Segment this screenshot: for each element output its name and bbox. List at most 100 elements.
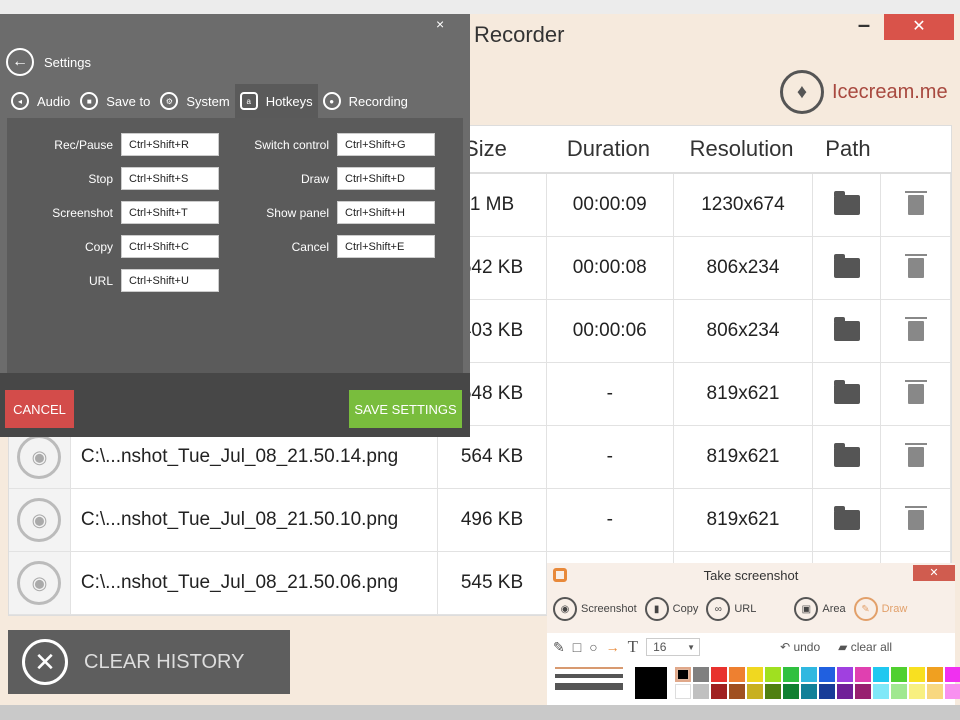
clear-all-button[interactable]: ▰ clear all <box>838 640 892 654</box>
delete-button[interactable] <box>881 489 952 551</box>
arrow-tool-icon[interactable]: → <box>606 639 620 655</box>
folder-icon <box>833 380 860 404</box>
font-size-value: 16 <box>653 640 667 654</box>
hotkey-label: URL <box>88 273 113 288</box>
column-path: Path <box>825 136 871 161</box>
button-label: URL <box>734 603 757 615</box>
copy-button[interactable]: ▮ Copy <box>644 597 698 621</box>
clear-history-button[interactable]: ✕ CLEAR HISTORY <box>8 630 290 694</box>
line-width-medium[interactable] <box>555 674 623 678</box>
color-swatch[interactable] <box>765 667 781 682</box>
hotkey-input[interactable]: Ctrl+Shift+E <box>337 235 435 258</box>
resolution: 819x621 <box>674 426 814 488</box>
delete-button[interactable] <box>881 237 952 299</box>
color-swatch[interactable] <box>729 667 745 682</box>
color-swatch[interactable] <box>873 667 889 682</box>
color-swatch[interactable] <box>819 684 835 699</box>
color-swatch[interactable] <box>927 667 943 682</box>
duration: - <box>547 363 674 425</box>
color-swatch[interactable] <box>693 684 709 699</box>
color-swatch[interactable] <box>711 667 727 682</box>
folder-icon <box>833 506 860 530</box>
open-folder-button[interactable] <box>813 237 882 299</box>
text-tool-icon[interactable]: T <box>628 637 638 657</box>
color-swatch[interactable] <box>819 667 835 682</box>
open-folder-button[interactable] <box>813 426 882 488</box>
close-button[interactable]: ✕ <box>884 14 954 40</box>
tab-hotkeys[interactable]: a Hotkeys <box>234 84 318 118</box>
color-swatch[interactable] <box>765 684 781 699</box>
button-label: Draw <box>881 603 908 615</box>
color-swatch[interactable] <box>891 684 907 699</box>
brand-link[interactable]: ♦ Icecream.me <box>780 70 948 114</box>
color-swatch[interactable] <box>747 667 763 682</box>
minimize-button[interactable]: – <box>852 14 876 38</box>
color-swatch[interactable] <box>783 684 799 699</box>
save-settings-button[interactable]: SAVE SETTINGS <box>349 390 462 428</box>
screenshot-button[interactable]: ◉ Screenshot <box>553 597 637 621</box>
color-swatch[interactable] <box>747 684 763 699</box>
delete-button[interactable] <box>881 426 952 488</box>
thumbnail-cell: ◉ <box>9 489 71 551</box>
settings-close-button[interactable]: × <box>436 16 444 32</box>
open-folder-button[interactable] <box>813 174 882 236</box>
tab-audio[interactable]: ◂ Audio <box>6 84 75 118</box>
open-folder-button[interactable] <box>813 363 882 425</box>
open-folder-button[interactable] <box>813 489 882 551</box>
color-swatch[interactable] <box>891 667 907 682</box>
folder-icon: ■ <box>80 92 99 110</box>
tab-system[interactable]: ⚙ System <box>155 84 234 118</box>
color-swatch[interactable] <box>729 684 745 699</box>
table-row[interactable]: ◉ C:\...nshot_Tue_Jul_08_21.50.10.png 49… <box>9 489 952 552</box>
ellipse-tool-icon[interactable]: ○ <box>589 639 597 655</box>
delete-button[interactable] <box>881 363 952 425</box>
line-width-selector[interactable] <box>555 667 623 695</box>
pencil-tool-icon[interactable]: ✎ <box>553 639 565 656</box>
color-swatch[interactable] <box>945 667 960 682</box>
hotkey-input[interactable]: Ctrl+Shift+D <box>337 167 435 190</box>
tab-save-to[interactable]: ■ Save to <box>75 84 155 118</box>
color-swatch[interactable] <box>783 667 799 682</box>
color-swatch[interactable] <box>945 684 960 699</box>
resolution: 819x621 <box>674 363 814 425</box>
tab-label: Audio <box>37 93 71 109</box>
url-button[interactable]: ∞ URL <box>706 597 756 621</box>
hotkey-input[interactable]: Ctrl+Shift+G <box>337 133 435 156</box>
color-swatch[interactable] <box>675 684 691 699</box>
delete-button[interactable] <box>881 174 952 236</box>
undo-label: undo <box>793 640 821 654</box>
folder-icon <box>833 317 860 341</box>
settings-footer: CANCEL SAVE SETTINGS <box>0 373 470 437</box>
tab-label: Hotkeys <box>265 93 313 109</box>
line-width-thick[interactable] <box>555 683 623 690</box>
color-swatch[interactable] <box>909 667 925 682</box>
color-swatch[interactable] <box>801 684 817 699</box>
color-swatch[interactable] <box>801 667 817 682</box>
cancel-button[interactable]: CANCEL <box>5 390 74 428</box>
rectangle-tool-icon[interactable]: □ <box>573 639 581 655</box>
hotkeys-panel: Rec/Pause Ctrl+Shift+R Stop Ctrl+Shift+S Scr… <box>7 118 463 373</box>
back-arrow-icon[interactable]: ← <box>6 48 34 76</box>
color-swatch[interactable] <box>855 684 871 699</box>
font-size-select[interactable]: 16 ▼ <box>646 638 701 656</box>
tab-recording[interactable]: ● Recording <box>318 84 413 118</box>
color-swatch[interactable] <box>837 667 853 682</box>
delete-button[interactable] <box>881 300 952 362</box>
color-swatch[interactable] <box>837 684 853 699</box>
hotkey-input[interactable]: Ctrl+Shift+H <box>337 201 435 224</box>
undo-button[interactable]: ↶ undo <box>780 640 820 654</box>
open-folder-button[interactable] <box>813 300 882 362</box>
color-swatch[interactable] <box>873 684 889 699</box>
color-swatch[interactable] <box>675 667 691 682</box>
color-swatch[interactable] <box>711 684 727 699</box>
color-swatch[interactable] <box>909 684 925 699</box>
line-width-thin[interactable] <box>555 667 623 669</box>
color-swatch[interactable] <box>855 667 871 682</box>
panel-close-button[interactable]: ✕ <box>913 565 955 581</box>
duration: - <box>547 426 674 488</box>
color-swatch[interactable] <box>927 684 943 699</box>
color-swatch[interactable] <box>693 667 709 682</box>
area-button[interactable]: ▣ Area <box>794 597 846 621</box>
hotkey-input[interactable]: Ctrl+Shift+U <box>121 269 219 292</box>
draw-button[interactable]: ✎ Draw <box>853 597 908 621</box>
